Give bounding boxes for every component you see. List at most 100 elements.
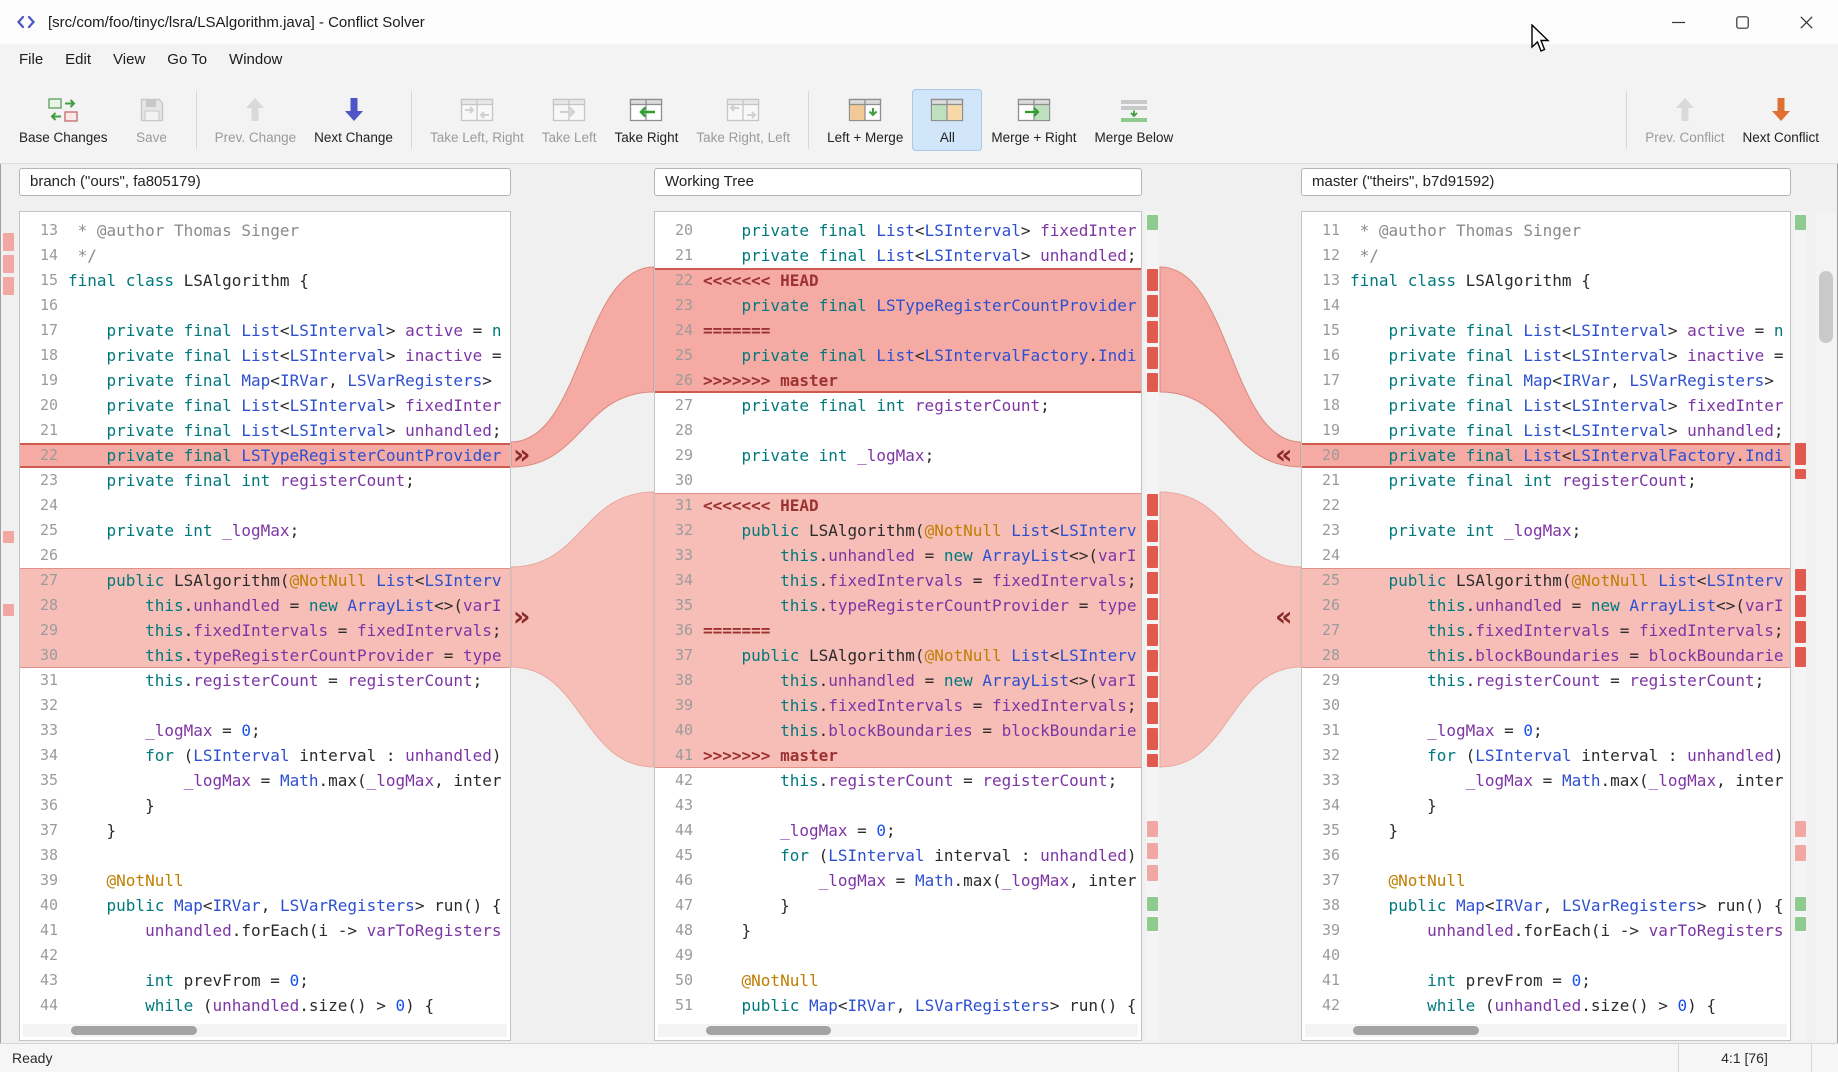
- left-pane-line-28[interactable]: 28 this.unhandled = new ArrayList<>(varI: [20, 593, 510, 618]
- working-tree-line-38[interactable]: 38 this.unhandled = new ArrayList<>(varI: [655, 668, 1141, 693]
- working-tree-line-42[interactable]: 42 this.registerCount = registerCount;: [655, 768, 1141, 793]
- maximize-button[interactable]: [1710, 0, 1774, 44]
- toolbar-button-merge-right[interactable]: Merge + Right: [982, 89, 1085, 151]
- right-pane-line-38[interactable]: 38 public Map<IRVar, LSVarRegisters> run…: [1302, 893, 1790, 918]
- working-tree-line-32[interactable]: 32 public LSAlgorithm(@NotNull List<LSIn…: [655, 518, 1141, 543]
- toolbar-button-save[interactable]: Save: [117, 89, 187, 151]
- working-tree-line-21[interactable]: 21 private final List<LSInterval> unhand…: [655, 243, 1141, 268]
- left-pane-line-29[interactable]: 29 this.fixedIntervals = fixedIntervals;: [20, 618, 510, 643]
- toolbar-button-base-changes[interactable]: Base Changes: [10, 89, 117, 151]
- right-pane-line-22[interactable]: 22: [1302, 493, 1790, 518]
- working-tree-line-51[interactable]: 51 public Map<IRVar, LSVarRegisters> run…: [655, 993, 1141, 1018]
- working-tree-line-48[interactable]: 48 }: [655, 918, 1141, 943]
- code-area-middle[interactable]: 20 private final List<LSInterval> fixedI…: [655, 212, 1141, 1020]
- editor-pane-middle[interactable]: 20 private final List<LSInterval> fixedI…: [654, 211, 1142, 1041]
- toolbar-button-next-change[interactable]: Next Change: [305, 89, 402, 151]
- working-tree-line-24[interactable]: 24=======: [655, 318, 1141, 343]
- toolbar-button-left-merge[interactable]: Left + Merge: [818, 89, 912, 151]
- left-pane-line-21[interactable]: 21 private final List<LSInterval> unhand…: [20, 418, 510, 443]
- left-pane-line-23[interactable]: 23 private final int registerCount;: [20, 468, 510, 493]
- editor-pane-right[interactable]: 11 * @author Thomas Singer12 */13final c…: [1301, 211, 1791, 1041]
- working-tree-line-46[interactable]: 46 _logMax = Math.max(_logMax, inter: [655, 868, 1141, 893]
- working-tree-line-30[interactable]: 30: [655, 468, 1141, 493]
- working-tree-line-34[interactable]: 34 this.fixedIntervals = fixedIntervals;: [655, 568, 1141, 593]
- code-area-right[interactable]: 11 * @author Thomas Singer12 */13final c…: [1302, 212, 1790, 1020]
- working-tree-line-44[interactable]: 44 _logMax = 0;: [655, 818, 1141, 843]
- apply-right-change-arrow[interactable]: «: [1275, 604, 1292, 631]
- right-pane-line-33[interactable]: 33 _logMax = Math.max(_logMax, inter: [1302, 768, 1790, 793]
- working-tree-line-45[interactable]: 45 for (LSInterval interval : unhandled): [655, 843, 1141, 868]
- right-pane-line-32[interactable]: 32 for (LSInterval interval : unhandled): [1302, 743, 1790, 768]
- working-tree-line-39[interactable]: 39 this.fixedIntervals = fixedIntervals;: [655, 693, 1141, 718]
- code-area-left[interactable]: 13 * @author Thomas Singer14 */15final c…: [20, 212, 510, 1020]
- working-tree-line-23[interactable]: 23 private final LSTypeRegisterCountProv…: [655, 293, 1141, 318]
- left-pane-line-20[interactable]: 20 private final List<LSInterval> fixedI…: [20, 393, 510, 418]
- scrollbar-thumb[interactable]: [71, 1026, 197, 1035]
- right-pane-line-37[interactable]: 37 @NotNull: [1302, 868, 1790, 893]
- right-pane-line-39[interactable]: 39 unhandled.forEach(i -> varToRegisters: [1302, 918, 1790, 943]
- right-pane-line-13[interactable]: 13final class LSAlgorithm {: [1302, 268, 1790, 293]
- right-pane-line-29[interactable]: 29 this.registerCount = registerCount;: [1302, 668, 1790, 693]
- left-pane-line-37[interactable]: 37 }: [20, 818, 510, 843]
- menu-edit[interactable]: Edit: [54, 44, 102, 76]
- minimize-button[interactable]: [1646, 0, 1710, 44]
- left-pane-line-38[interactable]: 38: [20, 843, 510, 868]
- working-tree-line-20[interactable]: 20 private final List<LSInterval> fixedI…: [655, 218, 1141, 243]
- toolbar-button-prev-change[interactable]: Prev. Change: [206, 89, 306, 151]
- toolbar-button-take-left-right[interactable]: Take Left, Right: [421, 89, 533, 151]
- left-pane-line-34[interactable]: 34 for (LSInterval interval : unhandled): [20, 743, 510, 768]
- left-pane-line-26[interactable]: 26: [20, 543, 510, 568]
- left-pane-line-19[interactable]: 19 private final Map<IRVar, LSVarRegiste…: [20, 368, 510, 393]
- toolbar-button-take-right-left[interactable]: Take Right, Left: [687, 89, 799, 151]
- right-pane-line-17[interactable]: 17 private final Map<IRVar, LSVarRegiste…: [1302, 368, 1790, 393]
- right-pane-line-23[interactable]: 23 private int _logMax;: [1302, 518, 1790, 543]
- right-pane-line-31[interactable]: 31 _logMax = 0;: [1302, 718, 1790, 743]
- apply-right-change-arrow[interactable]: «: [1275, 441, 1292, 468]
- working-tree-line-40[interactable]: 40 this.blockBoundaries = blockBoundarie: [655, 718, 1141, 743]
- left-pane-line-22[interactable]: 22 private final LSTypeRegisterCountProv…: [20, 443, 510, 468]
- toolbar-button-prev-conflict[interactable]: Prev. Conflict: [1636, 89, 1733, 151]
- scrollbar-thumb[interactable]: [706, 1026, 831, 1035]
- working-tree-line-29[interactable]: 29 private int _logMax;: [655, 443, 1141, 468]
- right-pane-line-20[interactable]: 20 private final List<LSIntervalFactory.…: [1302, 443, 1790, 468]
- left-pane-line-30[interactable]: 30 this.typeRegisterCountProvider = type: [20, 643, 510, 668]
- left-pane-line-39[interactable]: 39 @NotNull: [20, 868, 510, 893]
- left-pane-line-42[interactable]: 42: [20, 943, 510, 968]
- right-pane-line-34[interactable]: 34 }: [1302, 793, 1790, 818]
- left-pane-line-32[interactable]: 32: [20, 693, 510, 718]
- toolbar-button-next-conflict[interactable]: Next Conflict: [1733, 89, 1828, 151]
- right-pane-line-21[interactable]: 21 private final int registerCount;: [1302, 468, 1790, 493]
- working-tree-line-31[interactable]: 31<<<<<<< HEAD: [655, 493, 1141, 518]
- left-pane-line-24[interactable]: 24: [20, 493, 510, 518]
- menu-go-to[interactable]: Go To: [156, 44, 218, 76]
- left-pane-line-16[interactable]: 16: [20, 293, 510, 318]
- working-tree-line-43[interactable]: 43: [655, 793, 1141, 818]
- horizontal-scrollbar-middle[interactable]: [658, 1024, 1138, 1037]
- working-tree-line-37[interactable]: 37 public LSAlgorithm(@NotNull List<LSIn…: [655, 643, 1141, 668]
- right-pane-line-12[interactable]: 12 */: [1302, 243, 1790, 268]
- menu-view[interactable]: View: [102, 44, 156, 76]
- apply-left-change-arrow[interactable]: »: [513, 441, 530, 468]
- working-tree-line-33[interactable]: 33 this.unhandled = new ArrayList<>(varI: [655, 543, 1141, 568]
- left-pane-line-36[interactable]: 36 }: [20, 793, 510, 818]
- left-pane-line-25[interactable]: 25 private int _logMax;: [20, 518, 510, 543]
- horizontal-scrollbar-left[interactable]: [23, 1024, 507, 1037]
- scrollbar-thumb[interactable]: [1819, 271, 1833, 343]
- right-pane-line-11[interactable]: 11 * @author Thomas Singer: [1302, 218, 1790, 243]
- left-pane-line-17[interactable]: 17 private final List<LSInterval> active…: [20, 318, 510, 343]
- working-tree-line-41[interactable]: 41>>>>>>> master: [655, 743, 1141, 768]
- right-pane-line-28[interactable]: 28 this.blockBoundaries = blockBoundarie: [1302, 643, 1790, 668]
- scrollbar-thumb[interactable]: [1353, 1026, 1478, 1035]
- right-pane-line-42[interactable]: 42 while (unhandled.size() > 0) {: [1302, 993, 1790, 1018]
- left-pane-line-27[interactable]: 27 public LSAlgorithm(@NotNull List<LSIn…: [20, 568, 510, 593]
- horizontal-scrollbar-right[interactable]: [1305, 1024, 1787, 1037]
- left-pane-line-13[interactable]: 13 * @author Thomas Singer: [20, 218, 510, 243]
- left-pane-line-44[interactable]: 44 while (unhandled.size() > 0) {: [20, 993, 510, 1018]
- apply-left-change-arrow[interactable]: »: [513, 604, 530, 631]
- left-pane-line-35[interactable]: 35 _logMax = Math.max(_logMax, inter: [20, 768, 510, 793]
- right-pane-line-26[interactable]: 26 this.unhandled = new ArrayList<>(varI: [1302, 593, 1790, 618]
- right-pane-line-36[interactable]: 36: [1302, 843, 1790, 868]
- working-tree-line-35[interactable]: 35 this.typeRegisterCountProvider = type: [655, 593, 1141, 618]
- working-tree-line-26[interactable]: 26>>>>>>> master: [655, 368, 1141, 393]
- working-tree-line-28[interactable]: 28: [655, 418, 1141, 443]
